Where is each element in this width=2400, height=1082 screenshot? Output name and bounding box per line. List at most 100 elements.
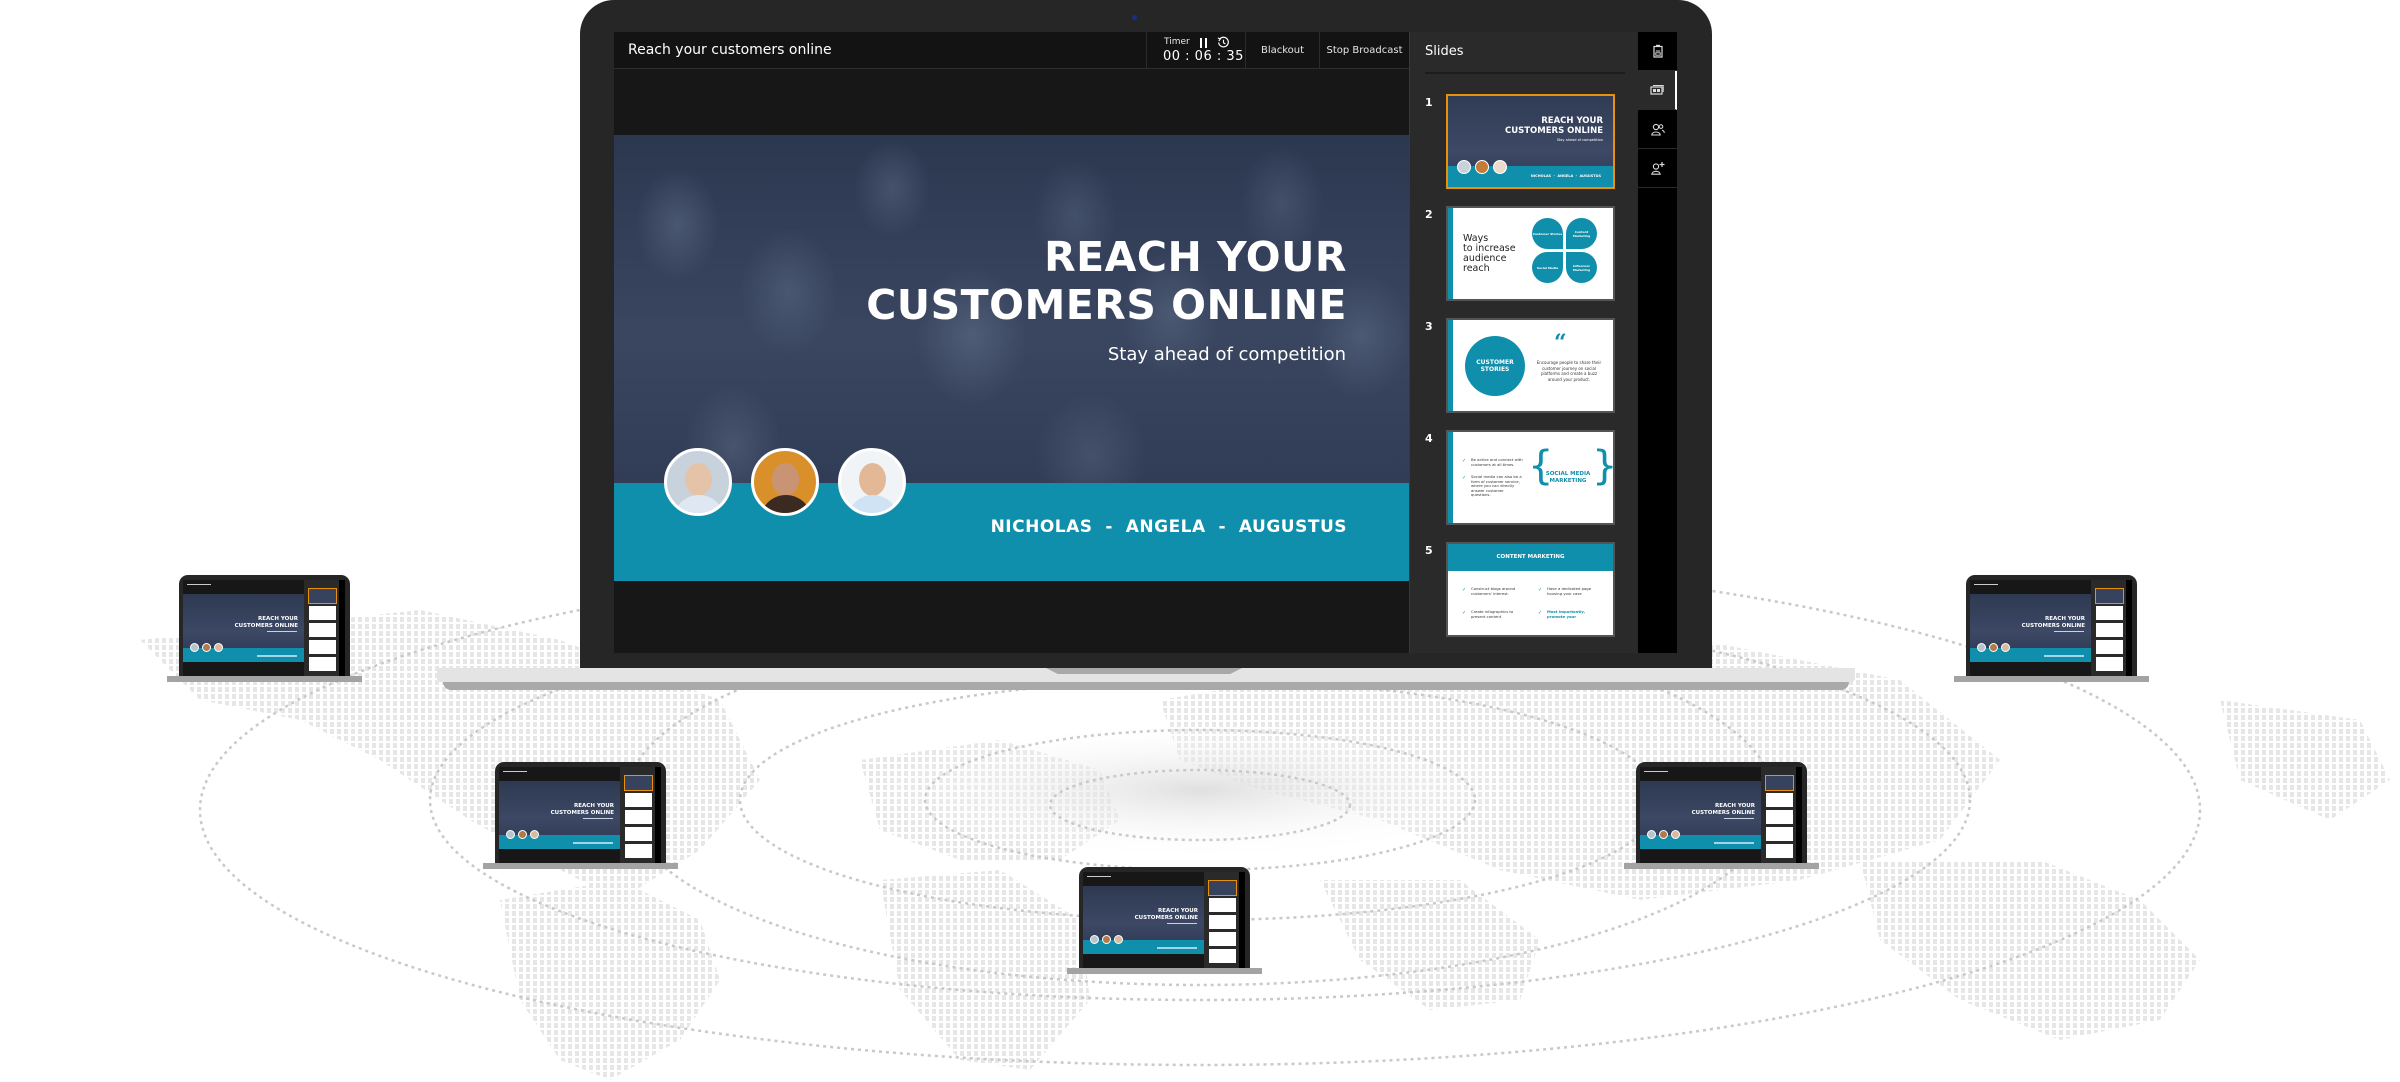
audience-laptop-right-far: REACH YOUR CUSTOMERS ONLINE [1954,575,2149,682]
decor-mth [625,844,652,858]
slide-number: 2 [1425,208,1433,221]
decor-mslide: REACH YOUR CUSTOMERS ONLINE [1970,594,2091,662]
decor-mttl: REACH YOUR CUSTOMERS ONLINE [235,616,298,629]
presentation-area: Reach your customers online Timer 00 : 0… [614,32,1409,653]
decor-li: ✓ Most importantly, promote your [1538,609,1598,619]
decor-mav [1647,830,1656,839]
decor-mslide: REACH YOUR CUSTOMERS ONLINE [183,594,304,662]
decor-mline2 [1714,842,1754,844]
decor-ck: ✓ [1462,458,1467,464]
slide-number: 1 [1425,96,1433,109]
presenter-laptop: Reach your customers online Timer 00 : 0… [437,0,1855,690]
decor-mth [2096,657,2123,671]
broadcast-illustration: REACH YOUR CUSTOMERS ONLINE REACH YOUR CUS… [0,0,2400,1082]
decor-mbar [655,767,661,863]
decor-bar [1448,208,1453,299]
decor-mth [625,793,652,807]
decor-li: ✓ Have a dedicated page housing your case [1538,586,1598,596]
decor-txt: Encourage people to share their customer… [1536,360,1602,382]
decor-div: reach [1463,263,1490,274]
decor-mav [214,643,223,652]
timer-label: Timer [1164,37,1190,47]
blackout-button[interactable]: Blackout [1246,32,1320,69]
audience-laptop-left-far: REACH YOUR CUSTOMERS ONLINE [167,575,362,682]
decor-span: Create infographics to present content [1471,609,1514,619]
decor-mttl: REACH YOUR CUSTOMERS ONLINE [2022,616,2085,629]
decor-span: Most importantly, promote your [1547,609,1586,619]
slide-thumbnail-5[interactable]: CONTENT MARKETING ✓ Construct blogs aroun… [1446,542,1615,637]
decor-mline [267,631,297,632]
decor-mbase [1954,676,2149,682]
decor-li: ✓ Construct blogs around customers' inter… [1462,586,1522,596]
decor-rect [1655,44,1660,47]
decor-path [1661,129,1665,134]
decor-bar [1448,432,1453,523]
presentation-title: Reach your customers online [628,42,832,58]
decor-mav [2001,643,2010,652]
slide-thumbnail-1[interactable]: REACH YOUR CUSTOMERS ONLINE Stay ahead of… [1446,94,1615,189]
decor-mtop [1644,771,1668,772]
slides-icon [1649,85,1664,95]
decor-mtop [503,771,527,772]
decor-span: CUSTOMERS ONLINE [1691,809,1755,816]
decor-mav [1977,643,1986,652]
decor-brace: } [1592,443,1615,489]
side-icon-bar [1638,32,1677,653]
decor-land [500,880,720,1080]
presenter-names: NICHOLAS - ANGELA - AUGUSTUS [990,517,1347,537]
decor-span: CUSTOMERS ONLINE [1504,126,1603,136]
add-user-button[interactable] [1638,149,1677,188]
decor-mth [625,827,652,841]
decor-mline2 [573,842,613,844]
decor-circle [1658,124,1663,129]
decor-petal: Content Marketing [1566,218,1597,249]
slides-button[interactable] [1638,71,1677,110]
decor-mav [530,830,539,839]
decor-span: CUSTOMERS ONLINE [2021,622,2085,629]
decor-land [2220,700,2390,820]
current-slide: REACH YOUR CUSTOMERS ONLINE Stay ahead o… [614,135,1409,581]
slide-title-line-1: REACH YOUR [1044,233,1347,281]
decor-mth [2096,623,2123,637]
decor-li: ✓ Create infographics to present content [1462,609,1522,619]
decor-mth [1209,898,1236,912]
decor-ttl: Ways to increase audience reach [1463,234,1516,274]
slide-thumbnail-2[interactable]: Ways to increase audience reach Customer… [1446,206,1615,301]
decor-rect [1649,86,1663,95]
decor-mav [1671,830,1680,839]
decor-mscr: REACH YOUR CUSTOMERS ONLINE [183,580,345,676]
decor-circle [1652,163,1659,170]
decor-path [1222,39,1226,45]
top-bar: Reach your customers online Timer 00 : 0… [614,32,1409,69]
slides-heading: Slides [1425,44,1464,59]
decor-mth [2095,588,2124,604]
decor-span: CUSTOMERS ONLINE [1134,914,1198,921]
decor-mav [1659,830,1668,839]
laptop-base-lip [443,682,1849,690]
decor-path [1650,170,1661,175]
decor-bar [1448,320,1453,411]
pause-icon[interactable] [1199,38,1208,48]
slide-number: 4 [1425,432,1433,445]
history-icon[interactable] [1217,36,1230,49]
stop-broadcast-button[interactable]: Stop Broadcast [1320,32,1409,69]
decor-mline2 [257,655,297,657]
decor-span: Construct blogs around customers' intere… [1471,586,1516,596]
slide-thumbnail-3[interactable]: CUSTOMER STORIES “ Encourage people to s… [1446,318,1615,413]
decor-mth [309,606,336,620]
decor-mth [1766,844,1793,858]
notes-button[interactable] [1638,32,1677,71]
decor-li: ✓ Be active and connect with customers at… [1462,457,1524,467]
decor-av [1475,160,1489,174]
decor-hdr: CONTENT MARKETING [1448,544,1613,571]
decor-span: REACH YOUR [2045,616,2085,622]
audience-laptop-right-mid: REACH YOUR CUSTOMERS ONLINE [1624,762,1819,869]
slide-thumbnail-4[interactable]: ✓ Be active and connect with customers at… [1446,430,1615,525]
audience-button[interactable] [1638,110,1677,149]
decor-av [1457,160,1471,174]
decor-mav [1989,643,1998,652]
decor-li: ✓ Social media can also be a form of cust… [1462,474,1524,498]
decor-mth [1209,915,1236,929]
decor-mth [1766,827,1793,841]
notes-icon [1652,44,1663,58]
